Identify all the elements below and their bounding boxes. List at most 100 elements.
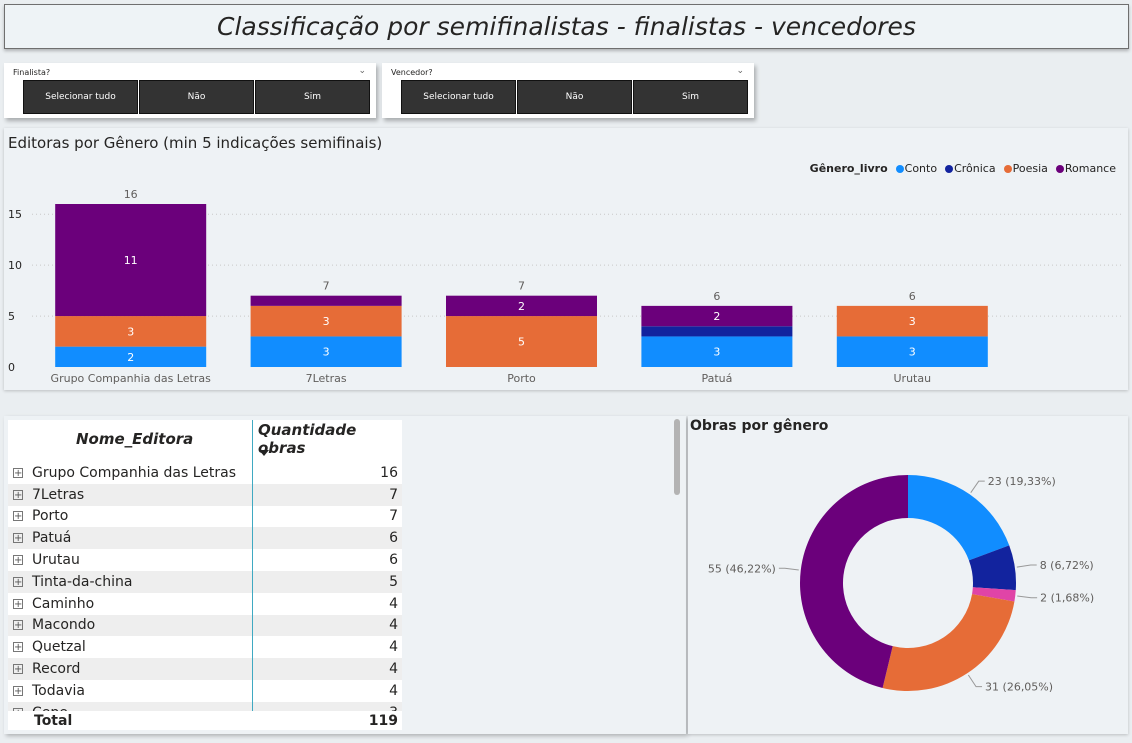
y-tick-label: 10	[8, 259, 22, 272]
total-value: 119	[368, 713, 398, 729]
expand-icon[interactable]: +	[13, 555, 23, 566]
vencedor-sim-button[interactable]: Sim	[633, 80, 748, 114]
y-tick-label: 15	[8, 208, 22, 221]
quantidade-value: 4	[389, 639, 398, 656]
bar-data-label: 3	[909, 346, 916, 359]
x-category-label: Grupo Companhia das Letras	[51, 372, 212, 385]
finalista-slicer-label: Finalista?	[13, 68, 51, 77]
quantidade-value: 7	[389, 486, 398, 503]
table-scrollbar[interactable]	[674, 419, 680, 495]
quantidade-value: 7	[389, 508, 398, 525]
vencedor-select-all-button[interactable]: Selecionar tudo	[401, 80, 516, 114]
donut-data-label: 31 (26,05%)	[985, 681, 1053, 694]
donut-data-label: 23 (19,33%)	[988, 475, 1056, 488]
quantidade-value: 6	[389, 552, 398, 569]
table-rows: + Grupo Companhia das Letras 16 +7Letras 7 + P…	[8, 462, 402, 724]
table-row[interactable]: +7Letras 7	[8, 483, 402, 506]
bar-data-label: 2	[713, 310, 720, 323]
bar-segment-crônica[interactable]	[641, 326, 793, 337]
expand-icon[interactable]: +	[13, 489, 23, 500]
column-header-quantidade[interactable]: Quantidade obras	[258, 420, 402, 458]
table-row[interactable]: + Tinta-da-china 5	[8, 570, 402, 593]
finalista-slicer: Finalista? ⌄ Selecionar tudo Não Sim	[4, 63, 376, 118]
bar-data-label: 2	[127, 351, 134, 364]
expand-icon[interactable]: +	[13, 685, 23, 696]
expand-icon[interactable]: +	[13, 467, 23, 478]
bar-total-label: 16	[124, 188, 138, 201]
table-row[interactable]: + Caminho 4	[8, 593, 402, 615]
bar-total-label: 7	[518, 280, 525, 293]
expand-icon[interactable]: +	[13, 598, 23, 609]
leader-line	[1017, 595, 1038, 599]
editora-name: Tinta-da-china	[32, 573, 133, 590]
sort-desc-icon	[259, 450, 269, 456]
x-category-label: Porto	[507, 372, 536, 385]
bar-data-label: 3	[127, 325, 134, 338]
bar-segment-romance[interactable]	[250, 295, 402, 306]
donut-slice[interactable]	[882, 594, 1015, 691]
quantidade-value: 16	[380, 464, 398, 481]
leader-line	[967, 674, 983, 688]
table-row[interactable]: + Macondo 4	[8, 614, 402, 637]
vencedor-slicer-label: Vencedor?	[391, 68, 433, 77]
editora-name: Porto	[32, 508, 69, 525]
expand-icon[interactable]: +	[13, 642, 23, 653]
page-title-box: Classificação por semifinalistas - final…	[4, 4, 1129, 49]
vencedor-slicer: Vencedor? ⌄ Selecionar tudo Não Sim	[382, 63, 754, 118]
table-row[interactable]: + Urutau 6	[8, 549, 402, 571]
editora-name: Todavia	[32, 682, 85, 699]
table-panel: Nome_Editora Quantidade obras + Grupo Com…	[4, 416, 686, 734]
editora-name: Urutau	[32, 552, 80, 569]
editora-name: Patuá	[32, 530, 72, 547]
bar-total-label: 6	[909, 290, 916, 303]
quantidade-value: 4	[389, 595, 398, 612]
leader-line	[778, 567, 799, 571]
x-category-label: 7Letras	[306, 372, 347, 385]
column-divider	[252, 420, 253, 730]
leader-line	[1016, 564, 1037, 568]
quantidade-value: 4	[389, 682, 398, 699]
column-header-nome-editora[interactable]: Nome_Editora	[76, 420, 193, 458]
bar-data-label: 5	[518, 336, 525, 349]
bar-data-label: 3	[323, 315, 330, 328]
quantidade-value: 5	[389, 573, 398, 590]
bar-total-label: 7	[323, 280, 330, 293]
finalista-select-all-button[interactable]: Selecionar tudo	[23, 80, 138, 114]
expand-icon[interactable]: +	[13, 576, 23, 587]
chevron-down-icon[interactable]: ⌄	[358, 66, 366, 76]
editora-name: Record	[32, 661, 81, 678]
bar-data-label: 3	[323, 346, 330, 359]
editora-name: 7Letras	[32, 486, 85, 503]
x-category-label: Patuá	[701, 372, 732, 385]
expand-icon[interactable]: +	[13, 533, 23, 544]
editora-name: Caminho	[32, 595, 95, 612]
editora-name: Quetzal	[32, 639, 86, 656]
quantidade-value: 4	[389, 617, 398, 634]
finalista-sim-button[interactable]: Sim	[255, 80, 370, 114]
table-row[interactable]: + Todavia 4	[8, 680, 402, 702]
quantidade-value: 6	[389, 530, 398, 547]
stacked-bar-chart: 0 5 10 15 2 3 11 16 Grupo Companhia das Letras 3 3…	[8, 188, 1122, 385]
bar-data-label: 2	[518, 300, 525, 313]
quantidade-value: 4	[389, 661, 398, 678]
expand-icon[interactable]: +	[13, 620, 23, 631]
leader-line	[970, 480, 985, 493]
expand-icon[interactable]: +	[13, 511, 23, 522]
table-row[interactable]: + Quetzal 4	[8, 636, 402, 658]
expand-icon[interactable]: +	[13, 664, 23, 675]
bar-data-label: 3	[909, 315, 916, 328]
x-category-label: Urutau	[894, 372, 932, 385]
table-total-row: Total 119	[8, 711, 402, 730]
table-row[interactable]: + Porto 7	[8, 506, 402, 528]
table-row[interactable]: + Grupo Companhia das Letras 16	[8, 462, 402, 484]
table-row[interactable]: + Patuá 6	[8, 527, 402, 550]
page-title: Classificação por semifinalistas - final…	[217, 12, 916, 41]
chevron-down-icon[interactable]: ⌄	[736, 66, 744, 76]
donut-data-label: 8 (6,72%)	[1040, 559, 1094, 572]
table-row[interactable]: + Record 4	[8, 658, 402, 680]
finalista-nao-button[interactable]: Não	[139, 80, 254, 114]
bar-chart-panel: Editoras por Gênero (min 5 indicações se…	[4, 128, 1128, 390]
y-tick-label: 5	[8, 310, 15, 323]
vencedor-nao-button[interactable]: Não	[517, 80, 632, 114]
donut-data-label: 2 (1,68%)	[1040, 592, 1094, 605]
